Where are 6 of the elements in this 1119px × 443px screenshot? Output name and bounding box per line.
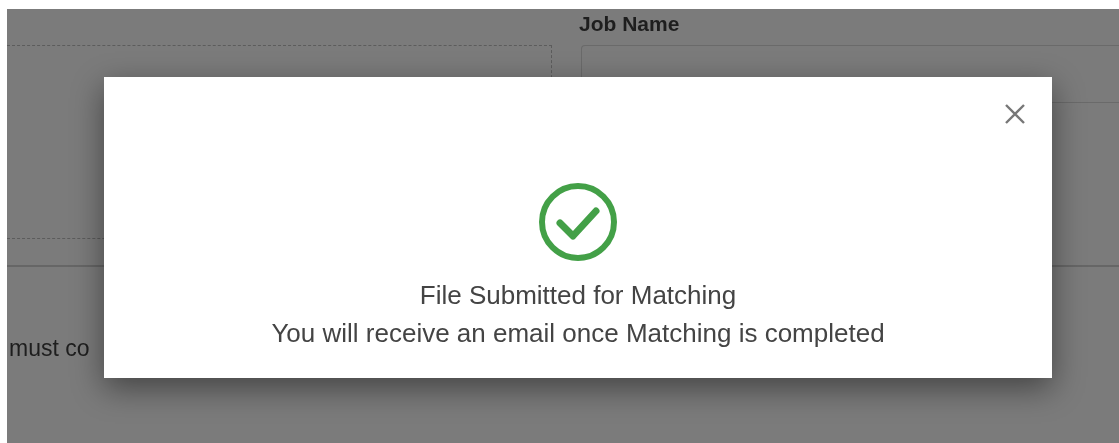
body-text: must co [9,335,90,362]
check-circle-icon [538,182,618,262]
close-button[interactable] [1003,102,1027,126]
dialog-message: You will receive an email once Matching is completed [271,317,885,350]
field-label: Job Name [579,11,681,37]
dialog-title: File Submitted for Matching [419,279,737,312]
